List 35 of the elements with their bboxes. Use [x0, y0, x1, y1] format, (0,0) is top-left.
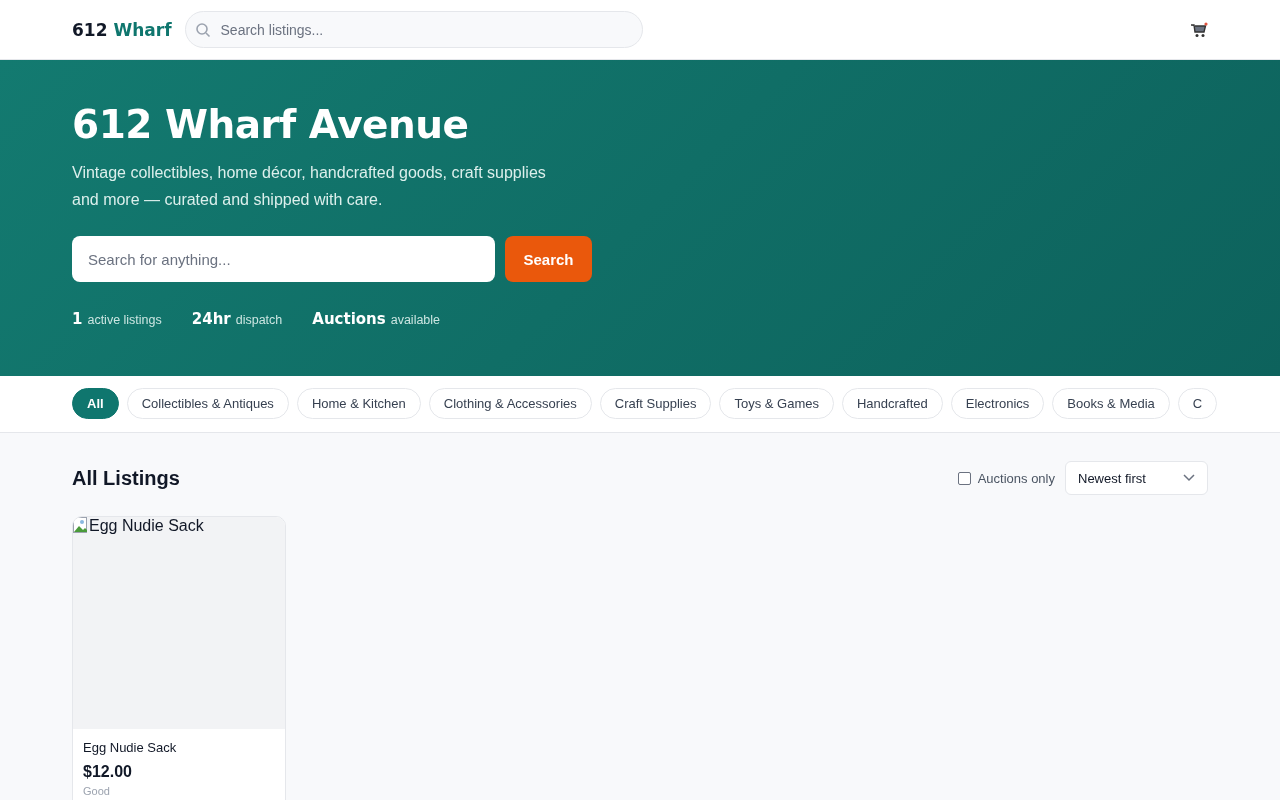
image-alt-text: Egg Nudie Sack: [89, 517, 204, 535]
listing-price: $12.00: [83, 763, 133, 781]
auctions-only-checkbox[interactable]: Auctions only: [957, 470, 1055, 486]
hero-title: 612 Wharf Avenue: [72, 102, 470, 147]
listing-condition: Good: [83, 785, 111, 797]
hero-subtitle: Vintage collectibles, home décor, handcrafted goods, craft supplies and more — curated and shipped with care.: [72, 163, 547, 210]
broken-image-icon: [73, 517, 89, 533]
category-chip[interactable]: Home & Kitchen: [296, 388, 421, 419]
category-chip[interactable]: All: [72, 388, 119, 419]
chevron-icon: [1183, 474, 1195, 482]
sort-dropdown[interactable]: Newest first: [1065, 461, 1208, 495]
logo[interactable]: 612 Wharf: [72, 19, 172, 40]
stat-label: available: [390, 313, 441, 327]
stat-label: dispatch: [235, 313, 283, 327]
category-chip[interactable]: Clothing & Accessories: [428, 388, 592, 419]
stat-value: Auctions: [312, 310, 386, 328]
category-chip[interactable]: Electronics: [950, 388, 1045, 419]
listing-card[interactable]: Egg Nudie Sack Egg Nudie Sack $12.00 Good: [72, 516, 286, 800]
category-chip[interactable]: C: [1177, 388, 1217, 419]
stat-value: 1: [72, 310, 83, 328]
search-field[interactable]: Search for anything...: [72, 236, 495, 282]
section-title: All Listings: [72, 466, 181, 490]
category-chip[interactable]: Craft Supplies: [599, 388, 712, 419]
category-chip[interactable]: Handcrafted: [841, 388, 943, 419]
category-chip[interactable]: Toys & Games: [719, 388, 834, 419]
search-field[interactable]: Search listings...: [184, 11, 643, 48]
stat-value: 24hr: [191, 310, 231, 328]
checkbox[interactable]: [957, 471, 971, 485]
search-button[interactable]: Search: [505, 236, 592, 282]
category-chip[interactable]: Collectibles & Antiques: [126, 388, 289, 419]
cart-icon[interactable]: [1190, 21, 1208, 38]
search-icon: [194, 22, 211, 38]
stat-label: active listings: [87, 313, 162, 327]
listing-name: Egg Nudie Sack: [83, 740, 178, 755]
category-chip[interactable]: Books & Media: [1052, 388, 1170, 419]
